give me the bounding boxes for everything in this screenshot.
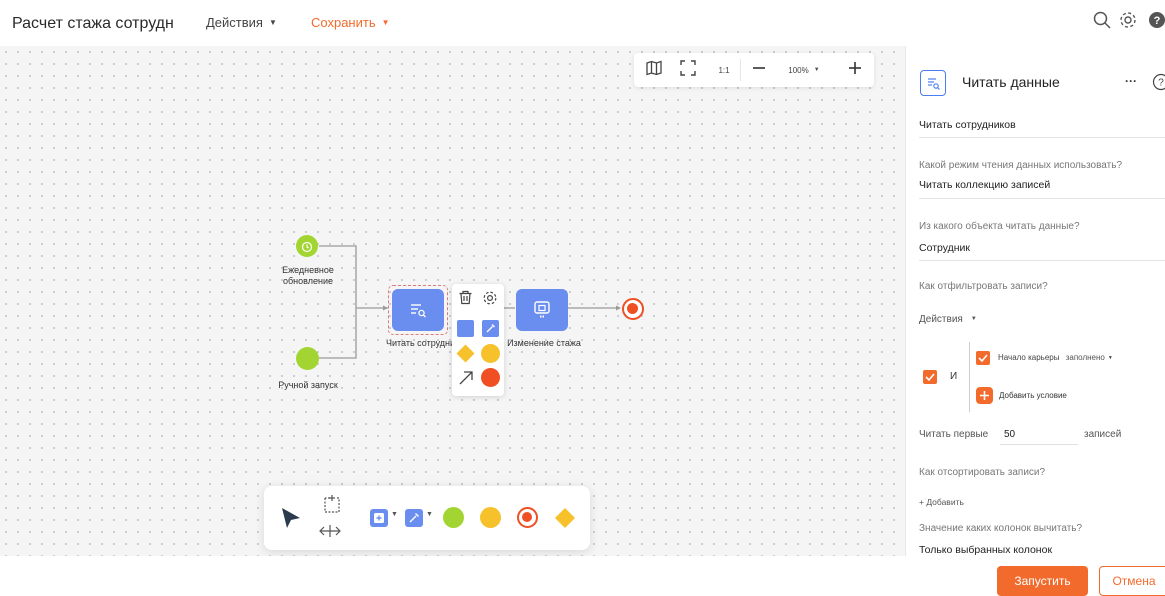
append-end-event-icon[interactable] bbox=[481, 368, 500, 387]
filter-actions-menu[interactable]: Действия ▼ bbox=[919, 314, 977, 325]
create-space-icon[interactable] bbox=[319, 494, 341, 519]
append-intermediate-event-icon[interactable] bbox=[481, 344, 500, 363]
update-record-icon bbox=[533, 300, 551, 323]
logic-operator[interactable]: И bbox=[950, 371, 957, 382]
divider bbox=[919, 198, 1165, 199]
add-intermediate-event-icon[interactable] bbox=[480, 507, 501, 528]
condition-operator: заполнено bbox=[1066, 353, 1105, 362]
read-mode-question: Какой режим чтения данных использовать? bbox=[919, 160, 1122, 171]
resize-horizontal-icon[interactable] bbox=[319, 524, 341, 543]
chevron-down-icon[interactable]: ▼ bbox=[426, 511, 433, 518]
add-end-event-icon[interactable] bbox=[517, 507, 538, 528]
connect-arrow-icon[interactable] bbox=[458, 370, 474, 391]
cancel-button[interactable]: Отмена bbox=[1099, 566, 1165, 596]
read-data-icon bbox=[410, 302, 426, 323]
read-employees-label: Читать сотрудник bbox=[386, 338, 456, 349]
divider bbox=[919, 137, 1165, 138]
add-gateway-icon[interactable] bbox=[554, 507, 576, 534]
manual-start-event[interactable] bbox=[296, 347, 319, 370]
save-menu-label: Сохранить bbox=[311, 15, 376, 30]
change-tenure-task[interactable] bbox=[516, 289, 568, 331]
gear-icon[interactable] bbox=[1118, 10, 1138, 35]
search-icon[interactable] bbox=[1092, 10, 1112, 35]
read-data-icon bbox=[920, 70, 946, 96]
read-data-task[interactable] bbox=[392, 289, 444, 331]
records-label: записей bbox=[1084, 429, 1121, 440]
process-canvas[interactable]: 1:1 100%▼ Ежедневное обновление Ручной з… bbox=[0, 46, 905, 556]
add-task-icon[interactable] bbox=[370, 509, 388, 527]
input-underline bbox=[1000, 444, 1078, 445]
caret-down-icon: ▼ bbox=[1108, 355, 1113, 361]
help-icon[interactable]: ? bbox=[1152, 73, 1165, 96]
clock-icon bbox=[301, 240, 313, 258]
end-event[interactable] bbox=[622, 298, 644, 320]
filter-actions-label: Действия bbox=[919, 314, 963, 325]
pointer-tool-icon[interactable] bbox=[280, 506, 302, 535]
read-first-label: Читать первые bbox=[919, 429, 988, 440]
append-gateway-icon[interactable] bbox=[456, 344, 475, 368]
condition-row[interactable]: Начало карьеры заполнено▼ bbox=[998, 353, 1113, 362]
trash-icon[interactable] bbox=[458, 290, 473, 310]
element-name-field[interactable]: Читать сотрудников bbox=[919, 119, 1016, 131]
chevron-down-icon[interactable]: ▼ bbox=[391, 511, 398, 518]
add-sort-button[interactable]: + Добавить bbox=[919, 497, 964, 507]
actions-menu-label: Действия bbox=[206, 15, 263, 30]
object-question: Из какого объекта читать данные? bbox=[919, 221, 1080, 232]
caret-down-icon: ▼ bbox=[971, 316, 977, 322]
add-start-event-icon[interactable] bbox=[443, 507, 464, 528]
condition-checkbox[interactable] bbox=[976, 351, 990, 365]
filter-group-checkbox[interactable] bbox=[923, 370, 937, 384]
change-tenure-label: Изменение стажа bbox=[504, 338, 584, 349]
help-icon[interactable]: ? bbox=[1148, 10, 1165, 35]
columns-select[interactable]: Только выбранных колонок bbox=[919, 544, 1052, 556]
svg-text:?: ? bbox=[1158, 78, 1164, 89]
process-title[interactable]: Расчет стажа сотрудн bbox=[12, 15, 174, 33]
caret-down-icon: ▼ bbox=[269, 18, 277, 27]
filter-question: Как отфильтровать записи? bbox=[919, 281, 1048, 292]
add-condition-label[interactable]: Добавить условие bbox=[999, 391, 1067, 400]
more-options-button[interactable]: ··· bbox=[1125, 74, 1137, 88]
object-select[interactable]: Сотрудник bbox=[919, 242, 970, 254]
top-bar: Расчет стажа сотрудн Действия ▼ Сохранить… bbox=[0, 0, 1165, 46]
end-event-core bbox=[627, 303, 638, 314]
read-first-input[interactable]: 50 bbox=[1004, 429, 1015, 440]
timer-start-event[interactable] bbox=[296, 235, 318, 257]
properties-panel: Читать данные ··· ? Читать сотрудников К… bbox=[905, 46, 1165, 556]
element-context-pad bbox=[452, 284, 504, 396]
columns-question: Значение каких колонок вычитать? bbox=[919, 523, 1082, 534]
sort-question: Как отсортировать записи? bbox=[919, 467, 1045, 478]
condition-field: Начало карьеры bbox=[998, 353, 1060, 362]
svg-text:?: ? bbox=[1154, 15, 1161, 27]
end-event-core bbox=[522, 512, 532, 522]
daily-update-label: Ежедневное обновление bbox=[272, 265, 344, 287]
add-script-task-icon[interactable] bbox=[405, 509, 423, 527]
element-palette: ▼ ▼ bbox=[264, 486, 590, 550]
append-script-task-icon[interactable] bbox=[482, 320, 499, 337]
group-bracket bbox=[969, 342, 970, 412]
panel-title: Читать данные bbox=[962, 74, 1060, 90]
actions-menu[interactable]: Действия ▼ bbox=[206, 15, 277, 30]
run-button[interactable]: Запустить bbox=[997, 566, 1088, 596]
save-menu[interactable]: Сохранить ▼ bbox=[311, 15, 390, 30]
add-condition-button[interactable] bbox=[976, 387, 993, 404]
caret-down-icon: ▼ bbox=[382, 18, 390, 27]
manual-start-label: Ручной запуск bbox=[268, 380, 348, 391]
divider bbox=[919, 260, 1165, 261]
append-task-icon[interactable] bbox=[457, 320, 474, 337]
read-mode-select[interactable]: Читать коллекцию записей bbox=[919, 179, 1050, 191]
gear-icon[interactable] bbox=[482, 290, 498, 311]
